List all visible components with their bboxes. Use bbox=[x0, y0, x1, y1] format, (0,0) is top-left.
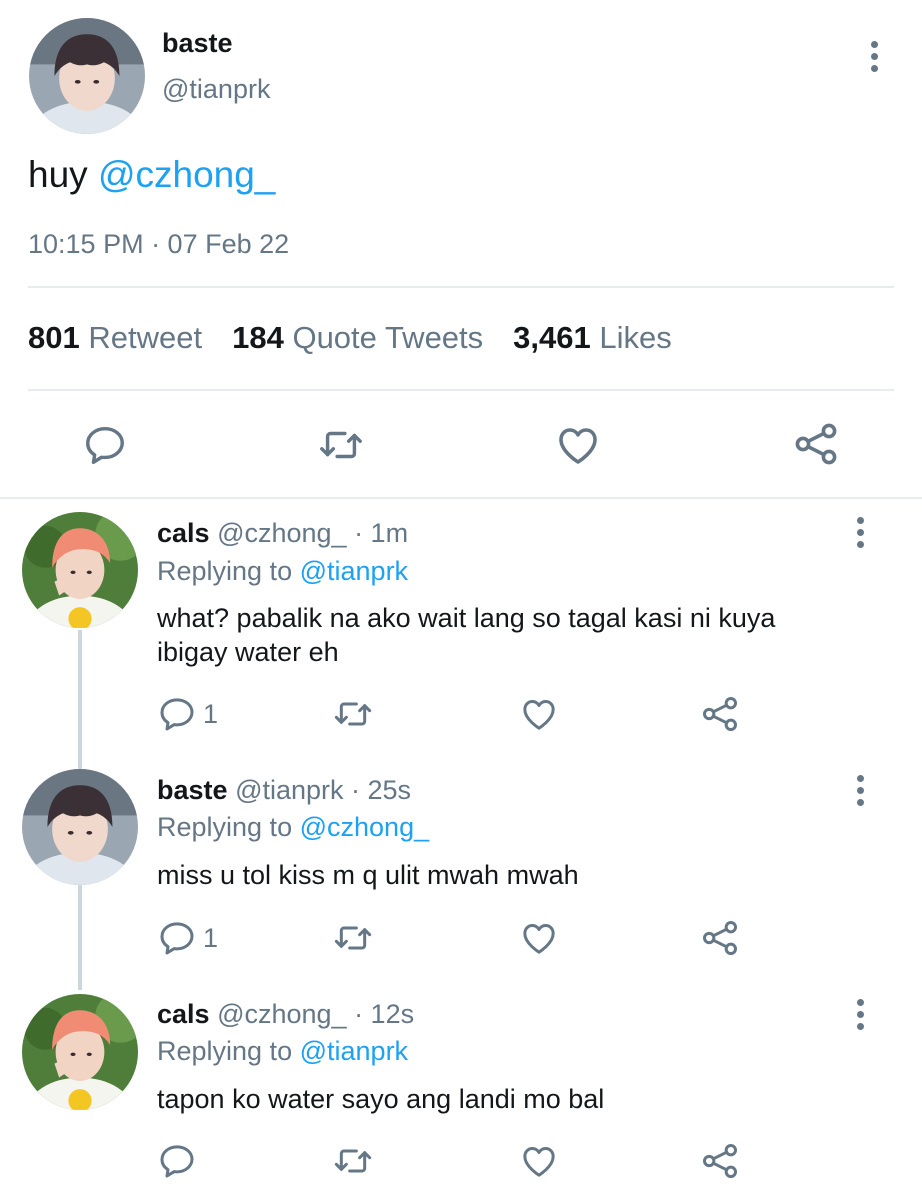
share-icon[interactable] bbox=[700, 1141, 740, 1181]
tweet-timestamp[interactable]: 10:15 PM · 07 Feb 22 bbox=[28, 229, 289, 260]
quotes-stat[interactable]: 184 Quote Tweets bbox=[232, 320, 483, 356]
share-icon[interactable] bbox=[700, 918, 740, 958]
replying-to: Replying to @tianprk bbox=[157, 1036, 408, 1067]
tweet-text: huy @czhong_ bbox=[28, 154, 275, 196]
reply-text-line: tapon ko water sayo ang landi mo bal bbox=[157, 1084, 605, 1114]
reply-icon bbox=[157, 918, 197, 958]
reply-text: what? pabalik na ako wait lang so tagal … bbox=[157, 601, 775, 669]
share-icon[interactable] bbox=[792, 420, 840, 468]
reply-action[interactable] bbox=[157, 1141, 203, 1181]
retweet-icon[interactable] bbox=[332, 694, 374, 734]
replying-to: Replying to @czhong_ bbox=[157, 812, 429, 843]
reply-header: cals @czhong_ · 1m bbox=[157, 518, 408, 549]
reply-text-line: ibigay water eh bbox=[157, 637, 339, 667]
likes-count: 3,461 bbox=[513, 320, 591, 355]
like-icon[interactable] bbox=[519, 694, 559, 734]
reply-meta: @tianprk · 25s bbox=[235, 775, 412, 805]
more-options-icon[interactable] bbox=[850, 770, 870, 810]
likes-stat[interactable]: 3,461 Likes bbox=[513, 320, 672, 356]
likes-label: Likes bbox=[599, 320, 672, 355]
more-options-icon[interactable] bbox=[850, 512, 870, 552]
author-handle[interactable]: @tianprk bbox=[162, 74, 270, 105]
more-options-icon[interactable] bbox=[850, 994, 870, 1034]
tweet-stats: 801 Retweet 184 Quote Tweets 3,461 Likes bbox=[28, 320, 672, 356]
retweets-label: Retweet bbox=[88, 320, 203, 355]
section-divider bbox=[0, 497, 922, 499]
reply-text-line: miss u tol kiss m q ulit mwah mwah bbox=[157, 860, 579, 890]
retweet-icon[interactable] bbox=[332, 1141, 374, 1181]
divider bbox=[28, 389, 894, 391]
reply-action[interactable]: 1 bbox=[157, 694, 218, 734]
mention-link[interactable]: @czhong_ bbox=[98, 154, 275, 195]
reply-text: tapon ko water sayo ang landi mo bal bbox=[157, 1082, 604, 1116]
divider bbox=[28, 286, 894, 288]
author-display-name[interactable]: baste bbox=[162, 28, 233, 59]
reply-display-name[interactable]: baste bbox=[157, 775, 228, 805]
reply-count: 1 bbox=[203, 922, 219, 953]
retweet-icon[interactable] bbox=[316, 422, 366, 468]
reply-text-line: what? pabalik na ako wait lang so tagal … bbox=[157, 603, 776, 633]
retweets-stat[interactable]: 801 Retweet bbox=[28, 320, 202, 356]
retweet-icon[interactable] bbox=[332, 918, 374, 958]
more-options-icon[interactable] bbox=[864, 36, 884, 76]
reply-display-name[interactable]: cals bbox=[157, 999, 210, 1029]
like-icon[interactable] bbox=[519, 1141, 559, 1181]
reply-icon bbox=[157, 1141, 197, 1181]
replying-to-link[interactable]: @czhong_ bbox=[300, 812, 430, 842]
quotes-label: Quote Tweets bbox=[292, 320, 484, 355]
share-icon[interactable] bbox=[700, 694, 740, 734]
reply-count: 1 bbox=[203, 698, 219, 729]
replying-label: Replying to bbox=[157, 812, 293, 842]
quotes-count: 184 bbox=[232, 320, 284, 355]
reply-meta: @czhong_ · 12s bbox=[217, 999, 415, 1029]
like-icon[interactable] bbox=[554, 421, 602, 469]
author-avatar[interactable] bbox=[29, 18, 145, 134]
reply-meta: @czhong_ · 1m bbox=[217, 518, 409, 548]
replying-label: Replying to bbox=[157, 1036, 293, 1066]
reply-header: cals @czhong_ · 12s bbox=[157, 999, 414, 1030]
reply-icon[interactable] bbox=[82, 422, 128, 468]
like-icon[interactable] bbox=[519, 918, 559, 958]
reply-icon bbox=[157, 694, 197, 734]
replying-to-link[interactable]: @tianprk bbox=[300, 556, 408, 586]
reply-avatar[interactable] bbox=[22, 994, 138, 1110]
reply-text: miss u tol kiss m q ulit mwah mwah bbox=[157, 858, 579, 892]
replying-to-link[interactable]: @tianprk bbox=[300, 1036, 408, 1066]
reply-avatar[interactable] bbox=[22, 769, 138, 885]
reply-display-name[interactable]: cals bbox=[157, 518, 210, 548]
replying-label: Replying to bbox=[157, 556, 293, 586]
reply-action[interactable]: 1 bbox=[157, 918, 218, 958]
replying-to: Replying to @tianprk bbox=[157, 556, 408, 587]
reply-avatar[interactable] bbox=[22, 512, 138, 628]
reply-header: baste @tianprk · 25s bbox=[157, 775, 411, 806]
tweet-text-body: huy bbox=[28, 154, 88, 195]
retweets-count: 801 bbox=[28, 320, 80, 355]
